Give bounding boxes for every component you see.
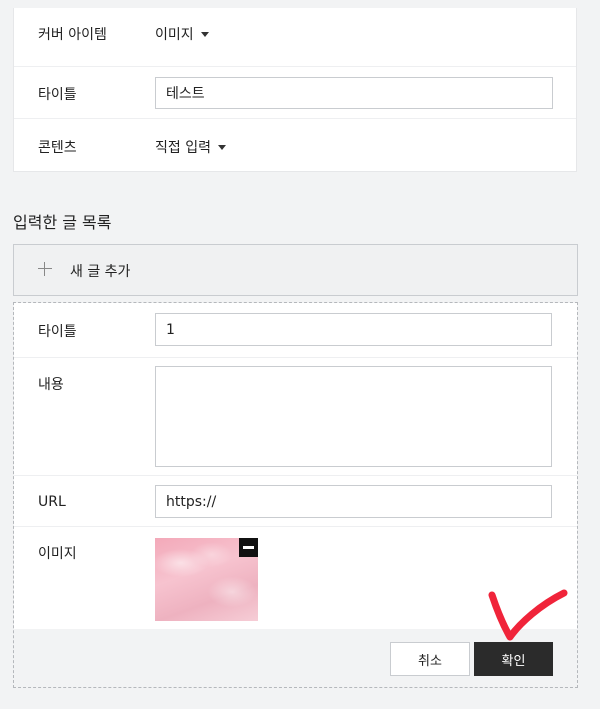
post-list-heading: 입력한 글 목록 bbox=[13, 213, 112, 232]
post-content-row: 내용 bbox=[14, 358, 577, 476]
confirm-button[interactable]: 확인 bbox=[474, 642, 553, 676]
post-url-label: URL bbox=[38, 494, 66, 510]
caret-down-icon bbox=[200, 31, 209, 37]
post-content-textarea[interactable] bbox=[155, 366, 552, 467]
content-row: 콘텐츠 직접 입력 bbox=[14, 119, 576, 171]
post-title-input[interactable] bbox=[155, 313, 552, 346]
cover-item-label: 커버 아이템 bbox=[38, 27, 107, 43]
post-form-fields: 타이틀 내용 URL 이미지 bbox=[14, 303, 577, 629]
cover-item-dropdown[interactable]: 이미지 bbox=[155, 24, 209, 44]
post-image-row: 이미지 bbox=[14, 527, 577, 629]
post-image-label: 이미지 bbox=[38, 546, 77, 562]
post-title-label: 타이틀 bbox=[38, 324, 77, 340]
post-url-row: URL bbox=[14, 476, 577, 527]
content-label: 콘텐츠 bbox=[38, 140, 77, 156]
content-dropdown[interactable]: 직접 입력 bbox=[155, 137, 226, 157]
post-title-row: 타이틀 bbox=[14, 303, 577, 358]
post-url-input[interactable] bbox=[155, 485, 552, 518]
title-row: 타이틀 bbox=[14, 67, 576, 119]
post-settings-card: 커버 아이템 이미지 타이틀 콘텐츠 직접 입력 bbox=[13, 8, 577, 172]
cancel-button[interactable]: 취소 bbox=[390, 642, 470, 676]
minus-icon[interactable] bbox=[239, 538, 258, 557]
title-input[interactable] bbox=[155, 77, 553, 109]
add-post-button[interactable]: 새 글 추가 bbox=[13, 244, 578, 296]
content-value: 직접 입력 bbox=[155, 140, 211, 156]
image-thumbnail bbox=[155, 538, 258, 621]
title-label: 타이틀 bbox=[38, 87, 77, 103]
cover-item-value: 이미지 bbox=[155, 27, 194, 43]
post-content-label: 내용 bbox=[38, 377, 64, 393]
cover-item-row: 커버 아이템 이미지 bbox=[14, 8, 576, 67]
plus-icon bbox=[38, 262, 52, 276]
add-post-label: 새 글 추가 bbox=[70, 264, 131, 280]
caret-down-icon bbox=[217, 144, 226, 150]
post-edit-form: 타이틀 내용 URL 이미지 취소 확인 bbox=[13, 302, 578, 688]
